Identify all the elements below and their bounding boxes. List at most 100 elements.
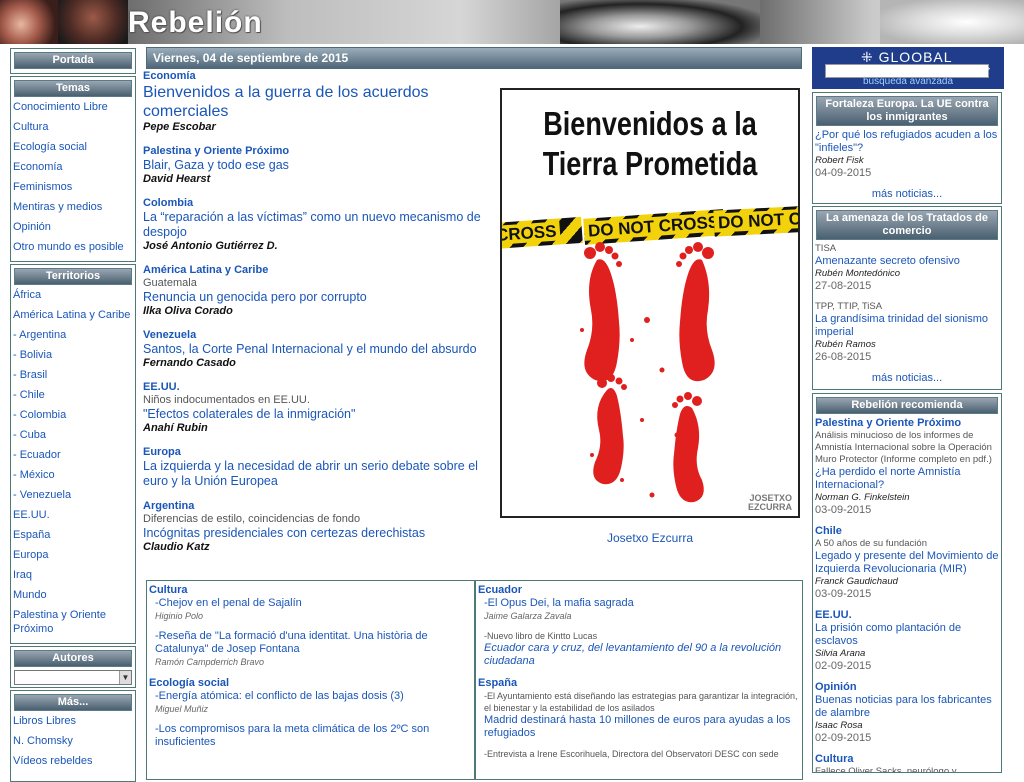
item-author: Jaime Galarza Zavala xyxy=(484,611,572,621)
article-title[interactable]: Bienvenidos a la guerra de los acuerdos … xyxy=(143,83,483,121)
nav-item[interactable]: Libros Libres xyxy=(13,714,135,734)
item-title[interactable]: -El Opus Dei, la mafia sagrada xyxy=(484,597,800,610)
nav-item[interactable]: - Chile xyxy=(13,388,135,408)
item-author: Robert Fisk xyxy=(815,155,864,166)
nav-item[interactable]: - Cuba xyxy=(13,428,135,448)
nav-item[interactable]: EE.UU. xyxy=(13,508,135,528)
article-title[interactable]: "Efectos colaterales de la inmigración" xyxy=(143,407,483,422)
item-title[interactable]: Amenazante secreto ofensivo xyxy=(815,255,999,268)
featured-cartoon[interactable]: Bienvenidos a la Tierra Prometida CROSS … xyxy=(500,88,800,518)
nav-item[interactable]: Ecología social xyxy=(13,140,135,160)
item-category[interactable]: Cultura xyxy=(815,753,999,766)
item-title[interactable]: La grandísima trinidad del sionismo impe… xyxy=(815,313,999,339)
item-title[interactable]: -Reseña de "La formació d'una identitat.… xyxy=(155,630,472,656)
nav-item[interactable]: Conocimiento Libre xyxy=(13,100,135,120)
nav-item[interactable]: - Colombia xyxy=(13,408,135,428)
article-author: David Hearst xyxy=(143,173,211,185)
article-category[interactable]: Palestina y Oriente Próximo xyxy=(143,145,483,158)
item-date: 03-09-2015 xyxy=(815,504,872,516)
autores-select[interactable]: ▼ xyxy=(14,670,132,685)
advanced-search-link[interactable]: búsqueda avanzada xyxy=(813,76,1003,87)
more-news-link[interactable]: más noticias... xyxy=(815,372,999,384)
nav-item[interactable]: N. Chomsky xyxy=(13,734,135,754)
nav-item[interactable]: Europa xyxy=(13,548,135,568)
item-category[interactable]: Palestina y Oriente Próximo xyxy=(815,417,999,430)
box-title: La amenaza de los Tratados de comercio xyxy=(816,210,998,240)
nav-item[interactable]: - Brasil xyxy=(13,368,135,388)
item-subtitle: TISA xyxy=(815,243,837,254)
article-category[interactable]: América Latina y Caribe xyxy=(143,264,483,277)
nav-item[interactable]: Palestina y Oriente Próximo xyxy=(13,608,135,640)
nav-item[interactable]: Opinión xyxy=(13,220,135,240)
section-title[interactable]: Ecología social xyxy=(149,676,472,690)
article-category[interactable]: Argentina xyxy=(143,500,483,513)
article-title[interactable]: Incógnitas presidenciales con certezas d… xyxy=(143,526,483,541)
nav-item[interactable]: - Argentina xyxy=(13,328,135,348)
nav-item[interactable]: Feminismos xyxy=(13,180,135,200)
gloobal-search-button[interactable]: -> xyxy=(981,64,990,75)
section-title[interactable]: Cultura xyxy=(149,583,472,597)
nav-item[interactable]: Mentiras y medios xyxy=(13,200,135,220)
section-title[interactable]: España xyxy=(478,676,800,690)
mas-list: Libros Libres N. Chomsky Vídeos rebeldes xyxy=(11,714,135,774)
article-category[interactable]: Europa xyxy=(143,446,483,459)
cartoon-signature: JOSETXO EZCURRA xyxy=(748,493,792,512)
item-title[interactable]: ¿Por qué los refugiados acuden a los "in… xyxy=(815,129,999,155)
article-author: José Antonio Gutiérrez D. xyxy=(143,240,278,252)
site-logo[interactable]: Rebelión xyxy=(128,6,263,40)
article-category[interactable]: Venezuela xyxy=(143,329,483,342)
territorios-title: Territorios xyxy=(14,268,132,285)
nav-item[interactable]: - Bolivia xyxy=(13,348,135,368)
article: Palestina y Oriente Próximo Blair, Gaza y… xyxy=(143,145,483,186)
nav-item[interactable]: Economía xyxy=(13,160,135,180)
item-category[interactable]: Opinión xyxy=(815,681,999,694)
article-title[interactable]: Santos, la Corte Penal Internacional y e… xyxy=(143,342,483,357)
article-category[interactable]: EE.UU. xyxy=(143,381,483,394)
nav-item[interactable]: Otro mundo es posible xyxy=(13,240,135,260)
nav-item[interactable]: América Latina y Caribe xyxy=(13,308,135,328)
nav-item[interactable]: - Ecuador xyxy=(13,448,135,468)
article: Argentina Diferencias de estilo, coincide… xyxy=(143,500,483,554)
box-title: Rebelión recomienda xyxy=(816,397,998,414)
nav-item[interactable]: Mundo xyxy=(13,588,135,608)
article: Venezuela Santos, la Corte Penal Internac… xyxy=(143,329,483,370)
article-category[interactable]: Economía xyxy=(143,70,483,83)
item-subtitle: TPP, TTIP, TiSA xyxy=(815,301,883,312)
more-news-link[interactable]: más noticias... xyxy=(815,188,999,200)
nav-item[interactable]: Cultura xyxy=(13,120,135,140)
portada-link[interactable]: Portada xyxy=(14,52,132,69)
item-category[interactable]: EE.UU. xyxy=(815,609,999,622)
header-photo xyxy=(0,0,60,44)
nav-item[interactable]: España xyxy=(13,528,135,548)
item-date: 02-09-2015 xyxy=(815,660,872,672)
mas-title: Más... xyxy=(14,694,132,711)
item-title[interactable]: -Los compromisos para la meta climática … xyxy=(155,723,472,749)
item-date: 26-08-2015 xyxy=(815,351,872,363)
news-item: Cultura Fallece Oliver Sacks, neurólogo y… xyxy=(815,753,999,772)
nav-item[interactable]: Iraq xyxy=(13,568,135,588)
gloobal-search: ⁜ GLOOBAL -> búsqueda avanzada xyxy=(812,47,1004,89)
item-title[interactable]: Buenas noticias para los fabricantes de … xyxy=(815,694,999,720)
item-title[interactable]: ¿Ha perdido el norte Amnistía Internacio… xyxy=(815,466,999,492)
cartoon-caption[interactable]: Josetxo Ezcurra xyxy=(500,531,800,545)
article-title[interactable]: Blair, Gaza y todo ese gas xyxy=(143,158,483,173)
item-title[interactable]: Madrid destinará hasta 10 millones de eu… xyxy=(484,714,800,740)
temas-box: Temas Conocimiento Libre Cultura Ecología … xyxy=(10,76,136,262)
article-category[interactable]: Colombia xyxy=(143,197,483,210)
item-title[interactable]: -Energía atómica: el conflicto de las ba… xyxy=(155,690,472,703)
nav-item[interactable]: Vídeos rebeldes xyxy=(13,754,135,774)
item-title[interactable]: Legado y presente del Movimiento de Izqu… xyxy=(815,550,999,576)
territorios-list: África América Latina y Caribe - Argentin… xyxy=(11,288,135,640)
item-title[interactable]: La prisión como plantación de esclavos xyxy=(815,622,999,648)
item-title[interactable]: Ecuador cara y cruz, del levantamiento d… xyxy=(484,642,800,668)
item-title[interactable]: -Chejov en el penal de Sajalín xyxy=(155,597,472,610)
article-title[interactable]: La “reparación a las víctimas” como un n… xyxy=(143,210,483,240)
nav-item[interactable]: - Venezuela xyxy=(13,488,135,508)
nav-item[interactable]: - México xyxy=(13,468,135,488)
section-title[interactable]: Ecuador xyxy=(478,583,800,597)
item-category[interactable]: Chile xyxy=(815,525,999,538)
article-title[interactable]: La izquierda y la necesidad de abrir un … xyxy=(143,459,483,489)
article-title[interactable]: Renuncia un genocida pero por corrupto xyxy=(143,290,483,305)
news-item: Palestina y Oriente Próximo Análisis minu… xyxy=(815,417,999,517)
nav-item[interactable]: África xyxy=(13,288,135,308)
